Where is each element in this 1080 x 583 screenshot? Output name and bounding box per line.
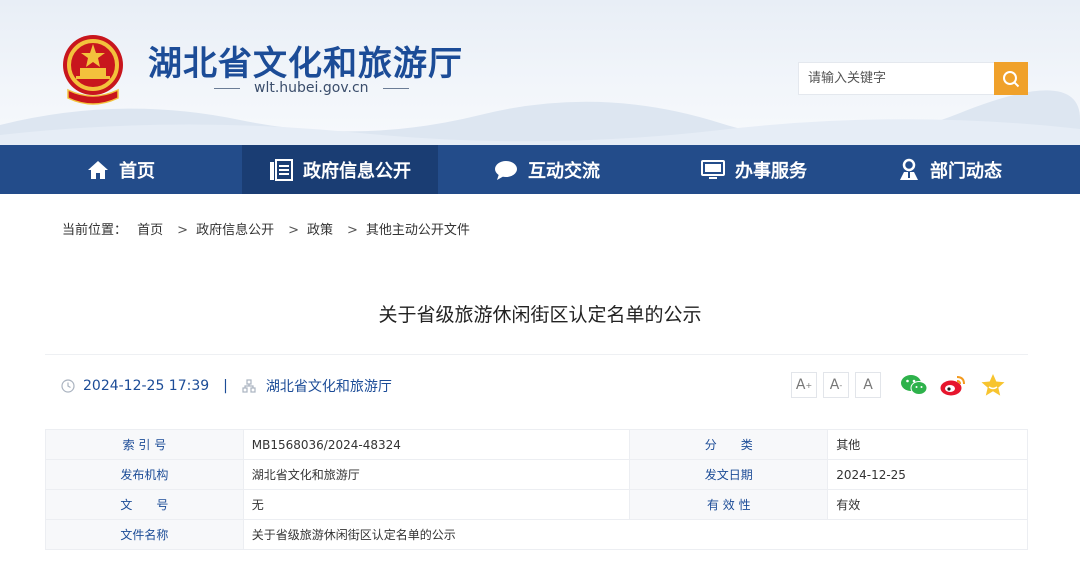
nav-item-label: 政府信息公开 — [303, 160, 411, 182]
info-label: 文 号 — [45, 489, 244, 520]
monitor-icon — [701, 159, 725, 181]
site-header: 湖北省文化和旅游厅 wlt.hubei.gov.cn — [0, 0, 1080, 145]
info-value: 湖北省文化和旅游厅 — [242, 459, 631, 490]
breadcrumb-prefix: 当前位置： — [62, 223, 128, 238]
info-label: 发文日期 — [629, 459, 829, 490]
table-row: 发布机构 湖北省文化和旅游厅 发文日期 2024-12-25 — [45, 459, 1028, 490]
info-label: 文件名称 — [45, 519, 244, 550]
font-default-button[interactable]: A- — [823, 372, 849, 398]
weibo-icon — [940, 376, 965, 396]
main-nav: 首页 政府信息公开 互动交流 办事服务 部门动态 — [0, 145, 1080, 194]
table-row: 索 引 号 MB1568036/2024-48324 分 类 其他 — [45, 429, 1028, 460]
meta-divider: | — [223, 378, 228, 394]
person-icon — [898, 158, 920, 182]
font-smaller-button[interactable]: A — [855, 372, 881, 398]
info-value: 关于省级旅游休闲街区认定名单的公示 — [242, 519, 1029, 550]
site-url-text: wlt.hubei.gov.cn — [254, 80, 369, 96]
search-input[interactable] — [799, 63, 995, 94]
breadcrumb: 当前位置： 首页 > 政府信息公开 > 政策 > 其他主动公开文件 — [62, 219, 476, 238]
breadcrumb-separator: > — [347, 223, 358, 238]
search-icon — [1003, 70, 1020, 87]
chat-icon — [494, 159, 518, 181]
info-value: 其他 — [827, 429, 1028, 460]
favorite-button[interactable] — [979, 371, 1007, 399]
nav-item-label: 互动交流 — [528, 160, 600, 182]
breadcrumb-link[interactable]: 其他主动公开文件 — [366, 223, 470, 238]
divider-line — [382, 87, 409, 89]
wechat-icon — [901, 375, 928, 395]
breadcrumb-separator: > — [177, 223, 189, 238]
site-url: wlt.hubei.gov.cn — [200, 80, 423, 96]
search-box — [798, 62, 1028, 95]
nav-item-label: 办事服务 — [735, 160, 807, 182]
info-value: 2024-12-25 — [827, 459, 1028, 490]
article-meta: 2024-12-25 17:39 | 湖北省文化和旅游厅 A + A- A — [45, 354, 1028, 414]
publish-source: 湖北省文化和旅游厅 — [265, 379, 392, 395]
search-button[interactable] — [994, 62, 1028, 95]
share-wechat-button[interactable] — [900, 371, 928, 399]
national-emblem-icon — [58, 32, 128, 106]
table-row: 文 号 无 有 效 性 有效 — [45, 489, 1028, 520]
clock-icon — [61, 379, 75, 393]
nav-item-label: 部门动态 — [930, 160, 1002, 182]
info-value: MB1568036/2024-48324 — [242, 429, 631, 460]
publish-datetime: 2024-12-25 17:39 — [83, 378, 210, 394]
home-icon — [87, 159, 109, 181]
breadcrumb-link[interactable]: 政策 — [307, 223, 333, 238]
info-label: 索 引 号 — [45, 429, 244, 460]
info-value: 无 — [242, 489, 631, 520]
info-label: 发布机构 — [45, 459, 244, 490]
nav-item-label: 首页 — [119, 160, 155, 182]
org-icon — [242, 379, 256, 393]
info-table: 索 引 号 MB1568036/2024-48324 分 类 其他 发布机构 湖… — [45, 429, 1029, 550]
nav-item-services[interactable]: 办事服务 — [656, 145, 852, 194]
breadcrumb-separator: > — [288, 223, 299, 238]
table-row: 文件名称 关于省级旅游休闲街区认定名单的公示 — [45, 519, 1029, 550]
font-size-label: A — [829, 377, 840, 393]
nav-item-dept-news[interactable]: 部门动态 — [852, 145, 1048, 194]
info-label: 分 类 — [629, 429, 829, 460]
info-value: 有效 — [827, 489, 1028, 520]
document-icon — [269, 158, 293, 181]
favorite-icon — [981, 374, 1005, 396]
nav-item-home[interactable]: 首页 — [0, 145, 242, 194]
share-weibo-button[interactable] — [939, 371, 967, 399]
font-size-label: A — [863, 377, 873, 393]
breadcrumb-link[interactable]: 政府信息公开 — [196, 223, 274, 238]
breadcrumb-link[interactable]: 首页 — [137, 223, 163, 238]
font-larger-button[interactable]: A + — [791, 372, 817, 398]
nav-item-gov-info[interactable]: 政府信息公开 — [242, 145, 438, 194]
font-size-label: A — [795, 377, 806, 393]
article-title: 关于省级旅游休闲街区认定名单的公示 — [378, 304, 702, 326]
site-title: 湖北省文化和旅游厅 — [148, 44, 463, 84]
divider-line — [214, 87, 240, 89]
article-info: 2024-12-25 17:39 | 湖北省文化和旅游厅 — [61, 376, 392, 396]
nav-item-interaction[interactable]: 互动交流 — [438, 145, 656, 194]
info-label: 有 效 性 — [629, 489, 829, 520]
